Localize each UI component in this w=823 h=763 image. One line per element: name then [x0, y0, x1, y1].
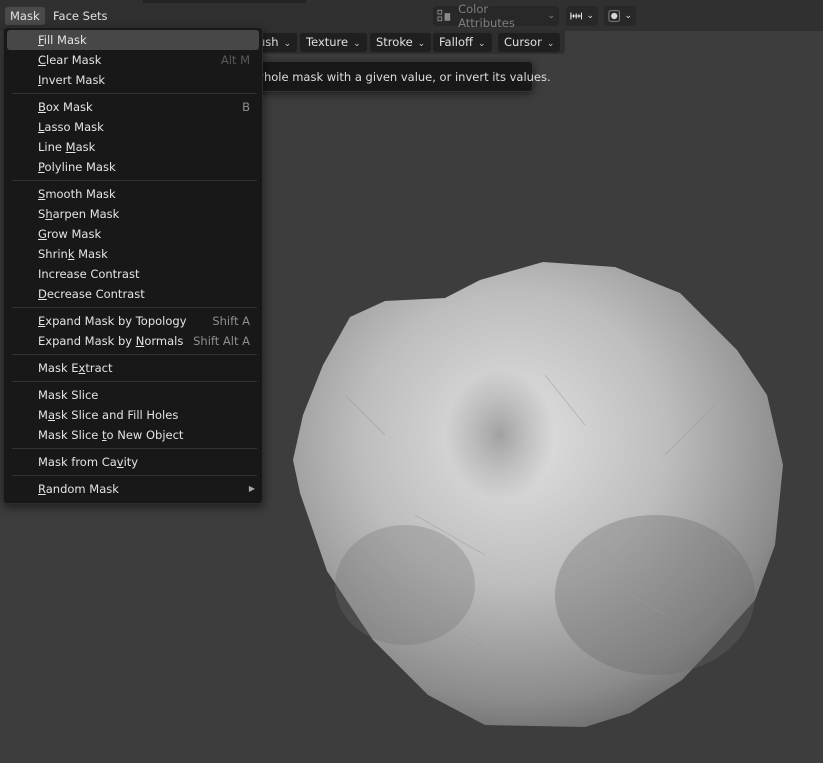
color-attributes-icon [437, 9, 451, 22]
menu-item-label: Mask Extract [38, 361, 113, 375]
chevron-down-icon: ⌄ [546, 39, 555, 49]
menu-item-label: Mask Slice to New Object [38, 428, 184, 442]
menu-item-shortcut: Alt M [220, 53, 250, 67]
falloff-label: Falloff [439, 35, 473, 49]
menu-item-mask-slice-fill-holes[interactable]: Mask Slice and Fill Holes [7, 405, 259, 425]
submenu-arrow-icon: ▶ [248, 484, 255, 493]
menu-item-label: Invert Mask [38, 73, 106, 87]
menu-item-label: Mask Slice [38, 388, 99, 402]
menu-item-mask-extract[interactable]: Mask Extract [7, 358, 259, 378]
menu-separator [12, 354, 257, 355]
menu-item-sharpen-mask[interactable]: Sharpen Mask [7, 204, 259, 224]
stroke-label: Stroke [376, 35, 413, 49]
chevron-down-icon: ⌄ [477, 39, 486, 49]
menu-item-label: Increase Contrast [38, 267, 140, 281]
cursor-label: Cursor [504, 35, 542, 49]
symmetry-icon [570, 12, 583, 20]
symmetry-dropdown[interactable]: ⌄ [566, 6, 598, 26]
menu-mask[interactable]: Mask [5, 7, 45, 25]
sculpt-mesh[interactable] [285, 255, 790, 730]
mask-menu: Fill Mask Clear Mask Alt M Invert Mask B… [3, 27, 263, 504]
menu-item-mask-from-cavity[interactable]: Mask from Cavity [7, 452, 259, 472]
tool-settings-bar: ush ⌄ Texture ⌄ Stroke ⌄ Falloff ⌄ Cursor ⌄ [250, 31, 565, 54]
menu-item-expand-mask-topology[interactable]: Expand Mask by Topology Shift A [7, 311, 259, 331]
falloff-dropdown[interactable]: Falloff ⌄ [433, 33, 492, 52]
menu-item-label: Polyline Mask [38, 160, 116, 174]
menu-item-increase-contrast[interactable]: Increase Contrast [7, 264, 259, 284]
menu-item-label: Grow Mask [38, 227, 102, 241]
menu-item-fill-mask[interactable]: Fill Mask [7, 30, 259, 50]
menu-item-label: Mask from Cavity [38, 455, 139, 469]
menu-separator [12, 475, 257, 476]
header-strip [143, 0, 306, 3]
texture-dropdown[interactable]: Texture ⌄ [300, 33, 367, 52]
color-attributes-dropdown[interactable]: Color Attributes ⌄ [433, 2, 559, 30]
menu-face-sets[interactable]: Face Sets [48, 7, 113, 25]
menu-item-label: Expand Mask by Normals [38, 334, 184, 348]
menu-item-label: Fill Mask [38, 33, 87, 47]
menu-item-label: Line Mask [38, 140, 96, 154]
menu-separator [12, 180, 257, 181]
cursor-dropdown[interactable]: Cursor ⌄ [498, 33, 561, 52]
menu-item-label: Decrease Contrast [38, 287, 145, 301]
menu-item-label: Clear Mask [38, 53, 102, 67]
menu-item-mask-slice[interactable]: Mask Slice [7, 385, 259, 405]
chevron-down-icon: ⌄ [547, 11, 555, 21]
menu-separator [12, 448, 257, 449]
menu-item-lasso-mask[interactable]: Lasso Mask [7, 117, 259, 137]
chevron-down-icon: ⌄ [624, 11, 632, 21]
color-attributes-label: Color Attributes [458, 2, 515, 30]
texture-label: Texture [306, 35, 349, 49]
shading-dropdown[interactable]: ⌄ [604, 6, 636, 26]
menu-item-invert-mask[interactable]: Invert Mask [7, 70, 259, 90]
menu-item-polyline-mask[interactable]: Polyline Mask [7, 157, 259, 177]
menu-item-shortcut: Shift A [212, 314, 250, 328]
menu-item-box-mask[interactable]: Box Mask B [7, 97, 259, 117]
menu-item-shortcut: Shift Alt A [193, 334, 250, 348]
menu-item-clear-mask[interactable]: Clear Mask Alt M [7, 50, 259, 70]
menu-item-label: Smooth Mask [38, 187, 116, 201]
menu-item-label: Expand Mask by Topology [38, 314, 187, 328]
menu-item-line-mask[interactable]: Line Mask [7, 137, 259, 157]
menu-item-label: Sharpen Mask [38, 207, 120, 221]
menu-item-label: Shrink Mask [38, 247, 108, 261]
menu-item-label: Lasso Mask [38, 120, 104, 134]
menu-separator [12, 93, 257, 94]
chevron-down-icon: ⌄ [417, 39, 426, 49]
menu-item-decrease-contrast[interactable]: Decrease Contrast [7, 284, 259, 304]
menu-item-mask-slice-new-object[interactable]: Mask Slice to New Object [7, 425, 259, 445]
menu-separator [12, 381, 257, 382]
shading-sphere-icon [608, 10, 621, 22]
chevron-down-icon: ⌄ [283, 39, 292, 49]
menu-separator [12, 307, 257, 308]
menu-item-expand-mask-normals[interactable]: Expand Mask by Normals Shift Alt A [7, 331, 259, 351]
menu-item-smooth-mask[interactable]: Smooth Mask [7, 184, 259, 204]
chevron-down-icon: ⌄ [586, 11, 594, 21]
chevron-down-icon: ⌄ [353, 39, 361, 49]
menu-item-grow-mask[interactable]: Grow Mask [7, 224, 259, 244]
menu-item-shortcut: B [242, 100, 250, 114]
menu-item-label: Random Mask [38, 482, 119, 496]
stroke-dropdown[interactable]: Stroke ⌄ [370, 33, 432, 52]
menu-item-label: Mask Slice and Fill Holes [38, 408, 179, 422]
menu-item-random-mask[interactable]: Random Mask ▶ [7, 479, 259, 499]
menu-item-label: Box Mask [38, 100, 93, 114]
menu-item-shrink-mask[interactable]: Shrink Mask [7, 244, 259, 264]
